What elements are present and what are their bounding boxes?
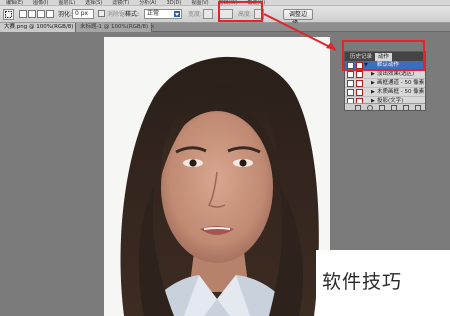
new-set-icon[interactable]: [391, 105, 397, 111]
dropdown-arrow-icon: [174, 11, 180, 17]
highlight-box-panel: [342, 40, 425, 71]
new-selection-icon[interactable]: [19, 10, 27, 18]
watermark: 软件技巧: [316, 250, 450, 316]
subtract-selection-icon[interactable]: [37, 10, 45, 18]
menu-analysis[interactable]: 分析(A): [139, 0, 156, 6]
width-input[interactable]: [203, 9, 213, 19]
style-select[interactable]: 正常: [144, 9, 182, 19]
expand-arrow-icon[interactable]: ▶: [371, 88, 375, 96]
feather-label: 羽化:: [58, 11, 73, 18]
tab-document-2[interactable]: 未标题-1 @ 100%(RGB/8) ×: [76, 23, 155, 32]
menu-layer[interactable]: 图层(L): [58, 0, 75, 6]
action-label: 木质画框 - 50 像素: [377, 89, 425, 95]
toggle-item-checkbox[interactable]: [347, 89, 354, 96]
menu-view[interactable]: 视图(V): [191, 0, 208, 6]
delete-icon[interactable]: [415, 105, 421, 111]
document-tab-bar: 大赛.png @ 100%(RGB/8)× 未标题-1 @ 100%(RGB/8…: [0, 23, 450, 32]
record-icon[interactable]: [367, 105, 373, 111]
portrait-image: [104, 37, 330, 316]
tab-document-1[interactable]: 大赛.png @ 100%(RGB/8)×: [0, 23, 80, 32]
toggle-item-checkbox[interactable]: [347, 80, 354, 87]
style-value: 正常: [147, 10, 160, 17]
intersect-selection-icon[interactable]: [46, 10, 54, 18]
style-label: 样式:: [125, 11, 140, 18]
close-icon[interactable]: ×: [150, 24, 155, 30]
stop-icon[interactable]: [355, 105, 361, 111]
play-icon[interactable]: [379, 105, 385, 111]
marquee-tool-icon[interactable]: [3, 9, 14, 20]
image-canvas[interactable]: [104, 37, 330, 316]
menu-3d[interactable]: 3D(D): [167, 0, 182, 6]
dialog-toggle-box[interactable]: [356, 71, 363, 78]
toggle-item-checkbox[interactable]: [347, 71, 354, 78]
feather-input[interactable]: 0 px: [72, 9, 94, 19]
watermark-text: 软件技巧: [322, 271, 403, 293]
menu-edit[interactable]: 编辑(E): [6, 0, 23, 6]
action-label: 淡出效果(选区): [377, 71, 415, 77]
menu-filter[interactable]: 滤镜(T): [112, 0, 129, 6]
highlight-box-options: [218, 1, 263, 22]
action-label: 画框通道 - 50 像素: [377, 80, 425, 86]
action-row[interactable]: ▶ 木质画框 - 50 像素: [345, 88, 425, 97]
expand-arrow-icon[interactable]: ▶: [371, 70, 375, 78]
dialog-toggle-box[interactable]: [356, 80, 363, 87]
dialog-toggle-box[interactable]: [356, 89, 363, 96]
new-action-icon[interactable]: [403, 105, 409, 111]
action-row[interactable]: ▶ 淡出效果(选区): [345, 70, 425, 79]
menu-select[interactable]: 选择(S): [85, 0, 102, 6]
expand-arrow-icon[interactable]: ▶: [371, 79, 375, 87]
add-selection-icon[interactable]: [28, 10, 36, 18]
antialias-checkbox[interactable]: [98, 10, 105, 17]
action-row[interactable]: ▶ 画框通道 - 50 像素: [345, 79, 425, 88]
tab-document-2-label: 未标题-1 @ 100%(RGB/8): [80, 24, 149, 30]
panel-footer: [345, 103, 425, 111]
refine-edge-button[interactable]: 调整边缘...: [283, 9, 313, 27]
menu-image[interactable]: 图像(I): [33, 0, 48, 6]
width-label: 宽度:: [188, 11, 203, 18]
tab-document-1-label: 大赛.png @ 100%(RGB/8): [4, 24, 74, 30]
